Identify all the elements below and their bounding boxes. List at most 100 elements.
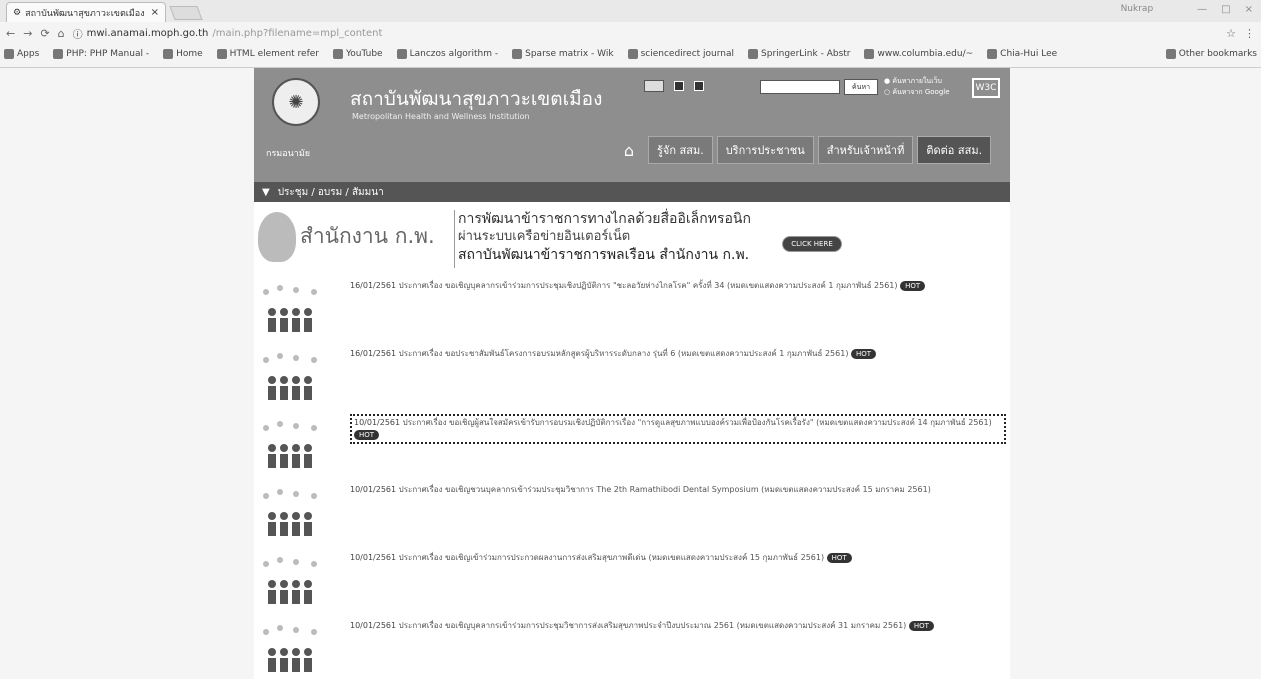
bookmark-item[interactable]: Home [163, 49, 203, 59]
wikipedia-icon [512, 49, 523, 59]
nav-staff[interactable]: สำหรับเจ้าหน้าที่ [817, 136, 914, 164]
filter-icon: ▼ [262, 186, 270, 198]
radio-site-search[interactable]: ● ค้นหาภายในเว็บ [884, 76, 950, 87]
hot-badge: HOT [900, 280, 926, 291]
browser-tab[interactable]: ⚙ สถาบันพัฒนาสุขภาวะเขตเมือง × [6, 2, 166, 22]
news-item[interactable]: 16/01/2561 ประกาศเรื่อง ขอประชาสัมพันธ์โ… [254, 342, 1010, 410]
site-subtitle: Metropolitan Health and Wellness Institu… [352, 112, 530, 121]
close-window-button[interactable]: × [1245, 4, 1253, 15]
news-title: ประกาศเรื่อง ขอเชิญชวนบุคลากรเข้าร่วมประ… [398, 485, 931, 494]
tab-title: สถาบันพัฒนาสุขภาวะเขตเมือง [25, 8, 145, 19]
bookmark-item[interactable]: PHP: PHP Manual - [53, 49, 149, 59]
right-background [1010, 68, 1261, 679]
bookmark-item[interactable]: SpringerLink - Abstr [748, 49, 850, 59]
bookmark-icon [987, 49, 998, 59]
banner-line-1: การพัฒนาข้าราชการทางไกลด้วยสื่ออิเล็กทรอ… [458, 211, 751, 227]
home-icon[interactable]: ⌂ [614, 136, 644, 164]
bookmark-item[interactable]: HTML element refer [216, 49, 319, 59]
address-bar[interactable]: ⓘ mwi.anamai.moph.go.th/main.php?filenam… [73, 25, 1218, 41]
url-path: /main.php?filename=mpl_content [212, 27, 383, 39]
page-content: ✺ กรมอนามัย สถาบันพัฒนาสุขภาวะเขตเมือง M… [254, 68, 1010, 679]
menu-icon[interactable]: ⋮ [1244, 27, 1255, 40]
other-bookmarks[interactable]: Other bookmarks [1165, 49, 1257, 59]
bookmark-icon [627, 49, 638, 59]
window-controls: Nukrap — □ × [1121, 4, 1253, 15]
news-text[interactable]: 10/01/2561 ประกาศเรื่อง ขอเชิญผู้สนใจสมั… [350, 414, 1006, 444]
search-button[interactable]: ค้นหา [844, 79, 878, 95]
news-title: ประกาศเรื่อง ขอประชาสัมพันธ์โครงการอบรมห… [398, 349, 849, 358]
w3c-badge[interactable]: W3C [972, 78, 1000, 98]
reload-icon[interactable]: ⟳ [40, 27, 49, 40]
wikipedia-icon [396, 49, 407, 59]
news-date: 10/01/2561 [350, 621, 397, 630]
bookmark-icon [748, 49, 759, 59]
radio-google-search[interactable]: ○ ค้นหาจาก Google [884, 87, 950, 98]
bookmark-apps[interactable]: Apps [4, 49, 39, 59]
bookmark-item[interactable]: YouTube [333, 49, 383, 59]
people-thumbnail-icon [263, 625, 317, 672]
info-icon[interactable]: ⓘ [73, 26, 83, 41]
tab-bar: ⚙ สถาบันพัฒนาสุขภาวะเขตเมือง × [0, 0, 1261, 22]
home-icon[interactable]: ⌂ [58, 27, 65, 40]
profile-name[interactable]: Nukrap [1121, 4, 1154, 15]
people-thumbnail-icon [263, 285, 317, 332]
ocsc-banner[interactable]: สำนักงาน ก.พ. การพัฒนาข้าราชการทางไกลด้ว… [254, 202, 1010, 274]
bookmark-item[interactable]: Chia-Hui Lee [987, 49, 1057, 59]
browser-chrome: ⚙ สถาบันพัฒนาสุขภาวะเขตเมือง × Nukrap — … [0, 0, 1261, 68]
nav-about[interactable]: รู้จัก สสม. [648, 136, 713, 164]
anamai-logo-icon[interactable]: ✺ [272, 78, 320, 126]
nav-contact[interactable]: ติดต่อ สสม. [917, 136, 992, 164]
forward-icon[interactable]: → [23, 27, 32, 40]
bookmark-item[interactable]: Lanczos algorithm - [396, 49, 498, 59]
search-input[interactable] [760, 80, 840, 94]
people-thumbnail-icon [263, 421, 317, 468]
ocsc-logo-icon [258, 212, 296, 262]
breadcrumb: ▼ ประชุม / อบรม / สัมมนา [254, 182, 1010, 202]
bookmark-icon [53, 49, 64, 59]
english-flag-icon[interactable] [644, 80, 664, 92]
header-tools [644, 80, 704, 92]
news-item[interactable]: 10/01/2561 ประกาศเรื่อง ขอเชิญชวนบุคลากร… [254, 478, 1010, 546]
news-item[interactable]: 10/01/2561 ประกาศเรื่อง ขอเชิญเข้าร่วมกา… [254, 546, 1010, 614]
bookmark-item[interactable]: sciencedirect journal [627, 49, 734, 59]
news-text[interactable]: 10/01/2561 ประกาศเรื่อง ขอเชิญชวนบุคลากร… [350, 484, 1006, 496]
news-date: 16/01/2561 [350, 281, 397, 290]
address-row: ← → ⟳ ⌂ ⓘ mwi.anamai.moph.go.th/main.php… [0, 22, 1261, 44]
click-here-button[interactable]: CLICK HERE [782, 236, 842, 252]
hot-badge: HOT [354, 429, 380, 440]
contrast-icon[interactable] [674, 81, 684, 91]
news-date: 10/01/2561 [350, 553, 397, 562]
new-tab-button[interactable] [169, 6, 203, 20]
bookmark-item[interactable]: www.columbia.edu/~ [864, 49, 973, 59]
font-size-icon[interactable] [694, 81, 704, 91]
news-text[interactable]: 10/01/2561 ประกาศเรื่อง ขอเชิญเข้าร่วมกา… [350, 552, 1006, 564]
people-thumbnail-icon [263, 489, 317, 536]
hot-badge: HOT [908, 620, 934, 631]
news-text[interactable]: 16/01/2561 ประกาศเรื่อง ขอประชาสัมพันธ์โ… [350, 348, 1006, 360]
maximize-button[interactable]: □ [1221, 4, 1230, 15]
banner-line-2: ผ่านระบบเครือข่ายอินเตอร์เน็ต [458, 229, 631, 244]
breadcrumb-label: ประชุม / อบรม / สัมมนา [277, 186, 384, 198]
news-item-selected[interactable]: 10/01/2561 ประกาศเรื่อง ขอเชิญผู้สนใจสมั… [254, 410, 1010, 478]
news-date: 10/01/2561 [354, 418, 401, 427]
bookmark-item[interactable]: Sparse matrix - Wik [512, 49, 614, 59]
news-item[interactable]: 10/01/2561 ประกาศเรื่อง ขอเชิญบุคลากรเข้… [254, 614, 1010, 682]
bookmark-icon [216, 49, 227, 59]
url-host: mwi.anamai.moph.go.th [86, 27, 209, 39]
banner-text: การพัฒนาข้าราชการทางไกลด้วยสื่ออิเล็กทรอ… [458, 210, 751, 264]
site-title: สถาบันพัฒนาสุขภาวะเขตเมือง [350, 88, 603, 110]
hot-badge: HOT [826, 552, 852, 563]
star-icon[interactable]: ☆ [1226, 27, 1236, 40]
back-icon[interactable]: ← [6, 27, 15, 40]
banner-org: สำนักงาน ก.พ. [300, 224, 435, 248]
bookmark-icon [864, 49, 875, 59]
minimize-button[interactable]: — [1197, 4, 1207, 15]
news-item[interactable]: 16/01/2561 ประกาศเรื่อง ขอเชิญบุคลากรเข้… [254, 274, 1010, 342]
news-text[interactable]: 16/01/2561 ประกาศเรื่อง ขอเชิญบุคลากรเข้… [350, 280, 1006, 292]
people-thumbnail-icon [263, 557, 317, 604]
people-thumbnail-icon [263, 353, 317, 400]
close-tab-icon[interactable]: × [151, 7, 159, 18]
news-text[interactable]: 10/01/2561 ประกาศเรื่อง ขอเชิญบุคลากรเข้… [350, 620, 1006, 632]
nav-services[interactable]: บริการประชาชน [716, 136, 814, 164]
favicon-icon: ⚙ [13, 7, 22, 18]
